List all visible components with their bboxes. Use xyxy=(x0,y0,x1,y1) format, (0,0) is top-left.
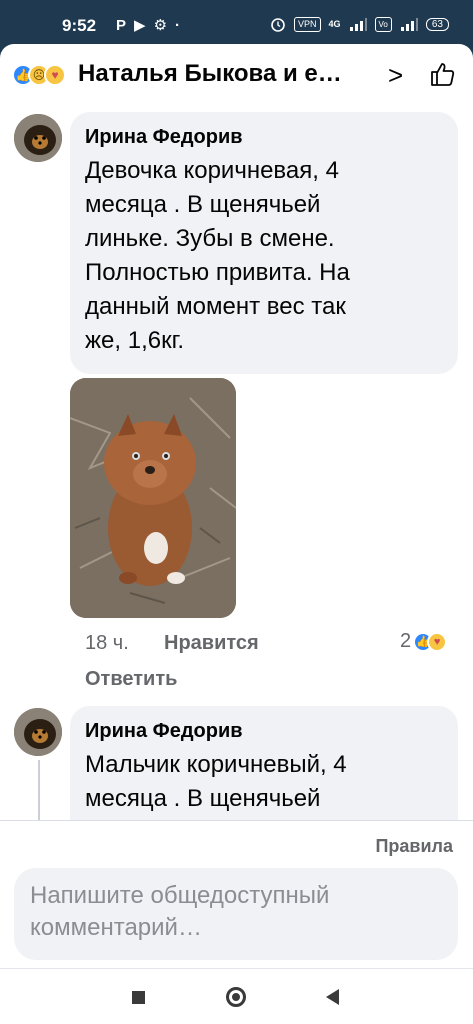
post-title[interactable]: Наталья Быкова и е… xyxy=(78,60,342,88)
reaction-count: 2 xyxy=(400,630,412,652)
signal-icon xyxy=(349,18,367,31)
comment-reactions[interactable]: 2 👍 ♥ xyxy=(400,630,448,653)
like-comment-button[interactable]: Нравится xyxy=(164,632,259,655)
network-type-icon: 4G xyxy=(328,19,341,29)
thread-line xyxy=(38,760,40,820)
avatar[interactable] xyxy=(14,708,62,756)
status-left-icons: P ▶ ⚙ · xyxy=(116,16,180,36)
comment-line: Девочка коричневая, 4 xyxy=(85,157,339,184)
care-reaction-icon: ♥ xyxy=(427,631,448,652)
comment-input[interactable] xyxy=(14,868,458,960)
comment-photo[interactable] xyxy=(70,378,236,618)
care-reaction-icon: ♥ xyxy=(44,64,66,86)
puppy-photo-icon xyxy=(70,378,236,618)
comment-time: 18 ч. xyxy=(85,632,129,654)
comments-sheet: 👍 ☹ ♥ Наталья Быкова и е… > Ирина Федори… xyxy=(0,44,473,968)
status-time: 9:52 xyxy=(62,16,97,35)
post-header[interactable]: 👍 ☹ ♥ Наталья Быкова и е… > xyxy=(0,44,473,102)
signal-2-icon xyxy=(400,18,418,31)
comment-text: Мальчик коричневый, 4 месяца . В щенячье… xyxy=(85,748,347,816)
comment-line: же, 1,6кг. xyxy=(85,327,185,354)
avatar-dog-icon xyxy=(14,114,62,162)
square-icon xyxy=(131,990,145,1004)
parking-app-icon: P xyxy=(116,17,127,34)
comment-author[interactable]: Ирина Федорив xyxy=(85,126,243,149)
status-right-icons: VPN 4G Vo 63 xyxy=(270,14,449,34)
reply-button[interactable]: Ответить xyxy=(85,668,177,691)
volte-icon: Vo xyxy=(374,16,392,32)
avatar-dog-icon xyxy=(14,708,62,756)
comment-line: Мальчик коричневый, 4 xyxy=(85,751,347,778)
more-notifications-icon: · xyxy=(175,17,181,34)
recent-apps-button[interactable] xyxy=(124,983,152,1011)
chevron-right-icon[interactable]: > xyxy=(388,60,403,91)
like-button-icon[interactable] xyxy=(428,60,456,88)
battery-icon: 63 xyxy=(425,17,449,31)
comment-line: линьке. Зубы в смене. xyxy=(85,225,335,252)
status-bar: 9:52 P ▶ ⚙ · VPN 4G Vo 63 xyxy=(0,0,473,50)
comment-line: месяца . В щенячьей xyxy=(85,785,321,812)
avatar[interactable] xyxy=(14,114,62,162)
comment-author[interactable]: Ирина Федорив xyxy=(85,720,243,743)
comment-bubble[interactable]: Ирина Федорив Девочка коричневая, 4 меся… xyxy=(70,112,458,374)
comment-line: данный момент вес так xyxy=(85,293,346,320)
back-button[interactable] xyxy=(318,983,346,1011)
home-button[interactable] xyxy=(222,983,250,1011)
navigation-bar xyxy=(0,968,473,1024)
comment-line: месяца . В щенячьей xyxy=(85,191,321,218)
comment-text: Девочка коричневая, 4 месяца . В щенячье… xyxy=(85,154,350,358)
circle-icon xyxy=(226,987,246,1007)
settings-notification-icon: ⚙ xyxy=(153,17,168,34)
post-reactions[interactable]: 👍 ☹ ♥ xyxy=(12,64,66,86)
comment-line: Полностью привита. На xyxy=(85,259,350,286)
alarm-icon xyxy=(271,18,285,32)
back-triangle-icon xyxy=(325,989,339,1005)
rules-link[interactable]: Правила xyxy=(375,836,453,857)
divider xyxy=(0,820,473,821)
vpn-icon: VPN xyxy=(294,16,321,32)
play-app-icon: ▶ xyxy=(134,17,146,34)
